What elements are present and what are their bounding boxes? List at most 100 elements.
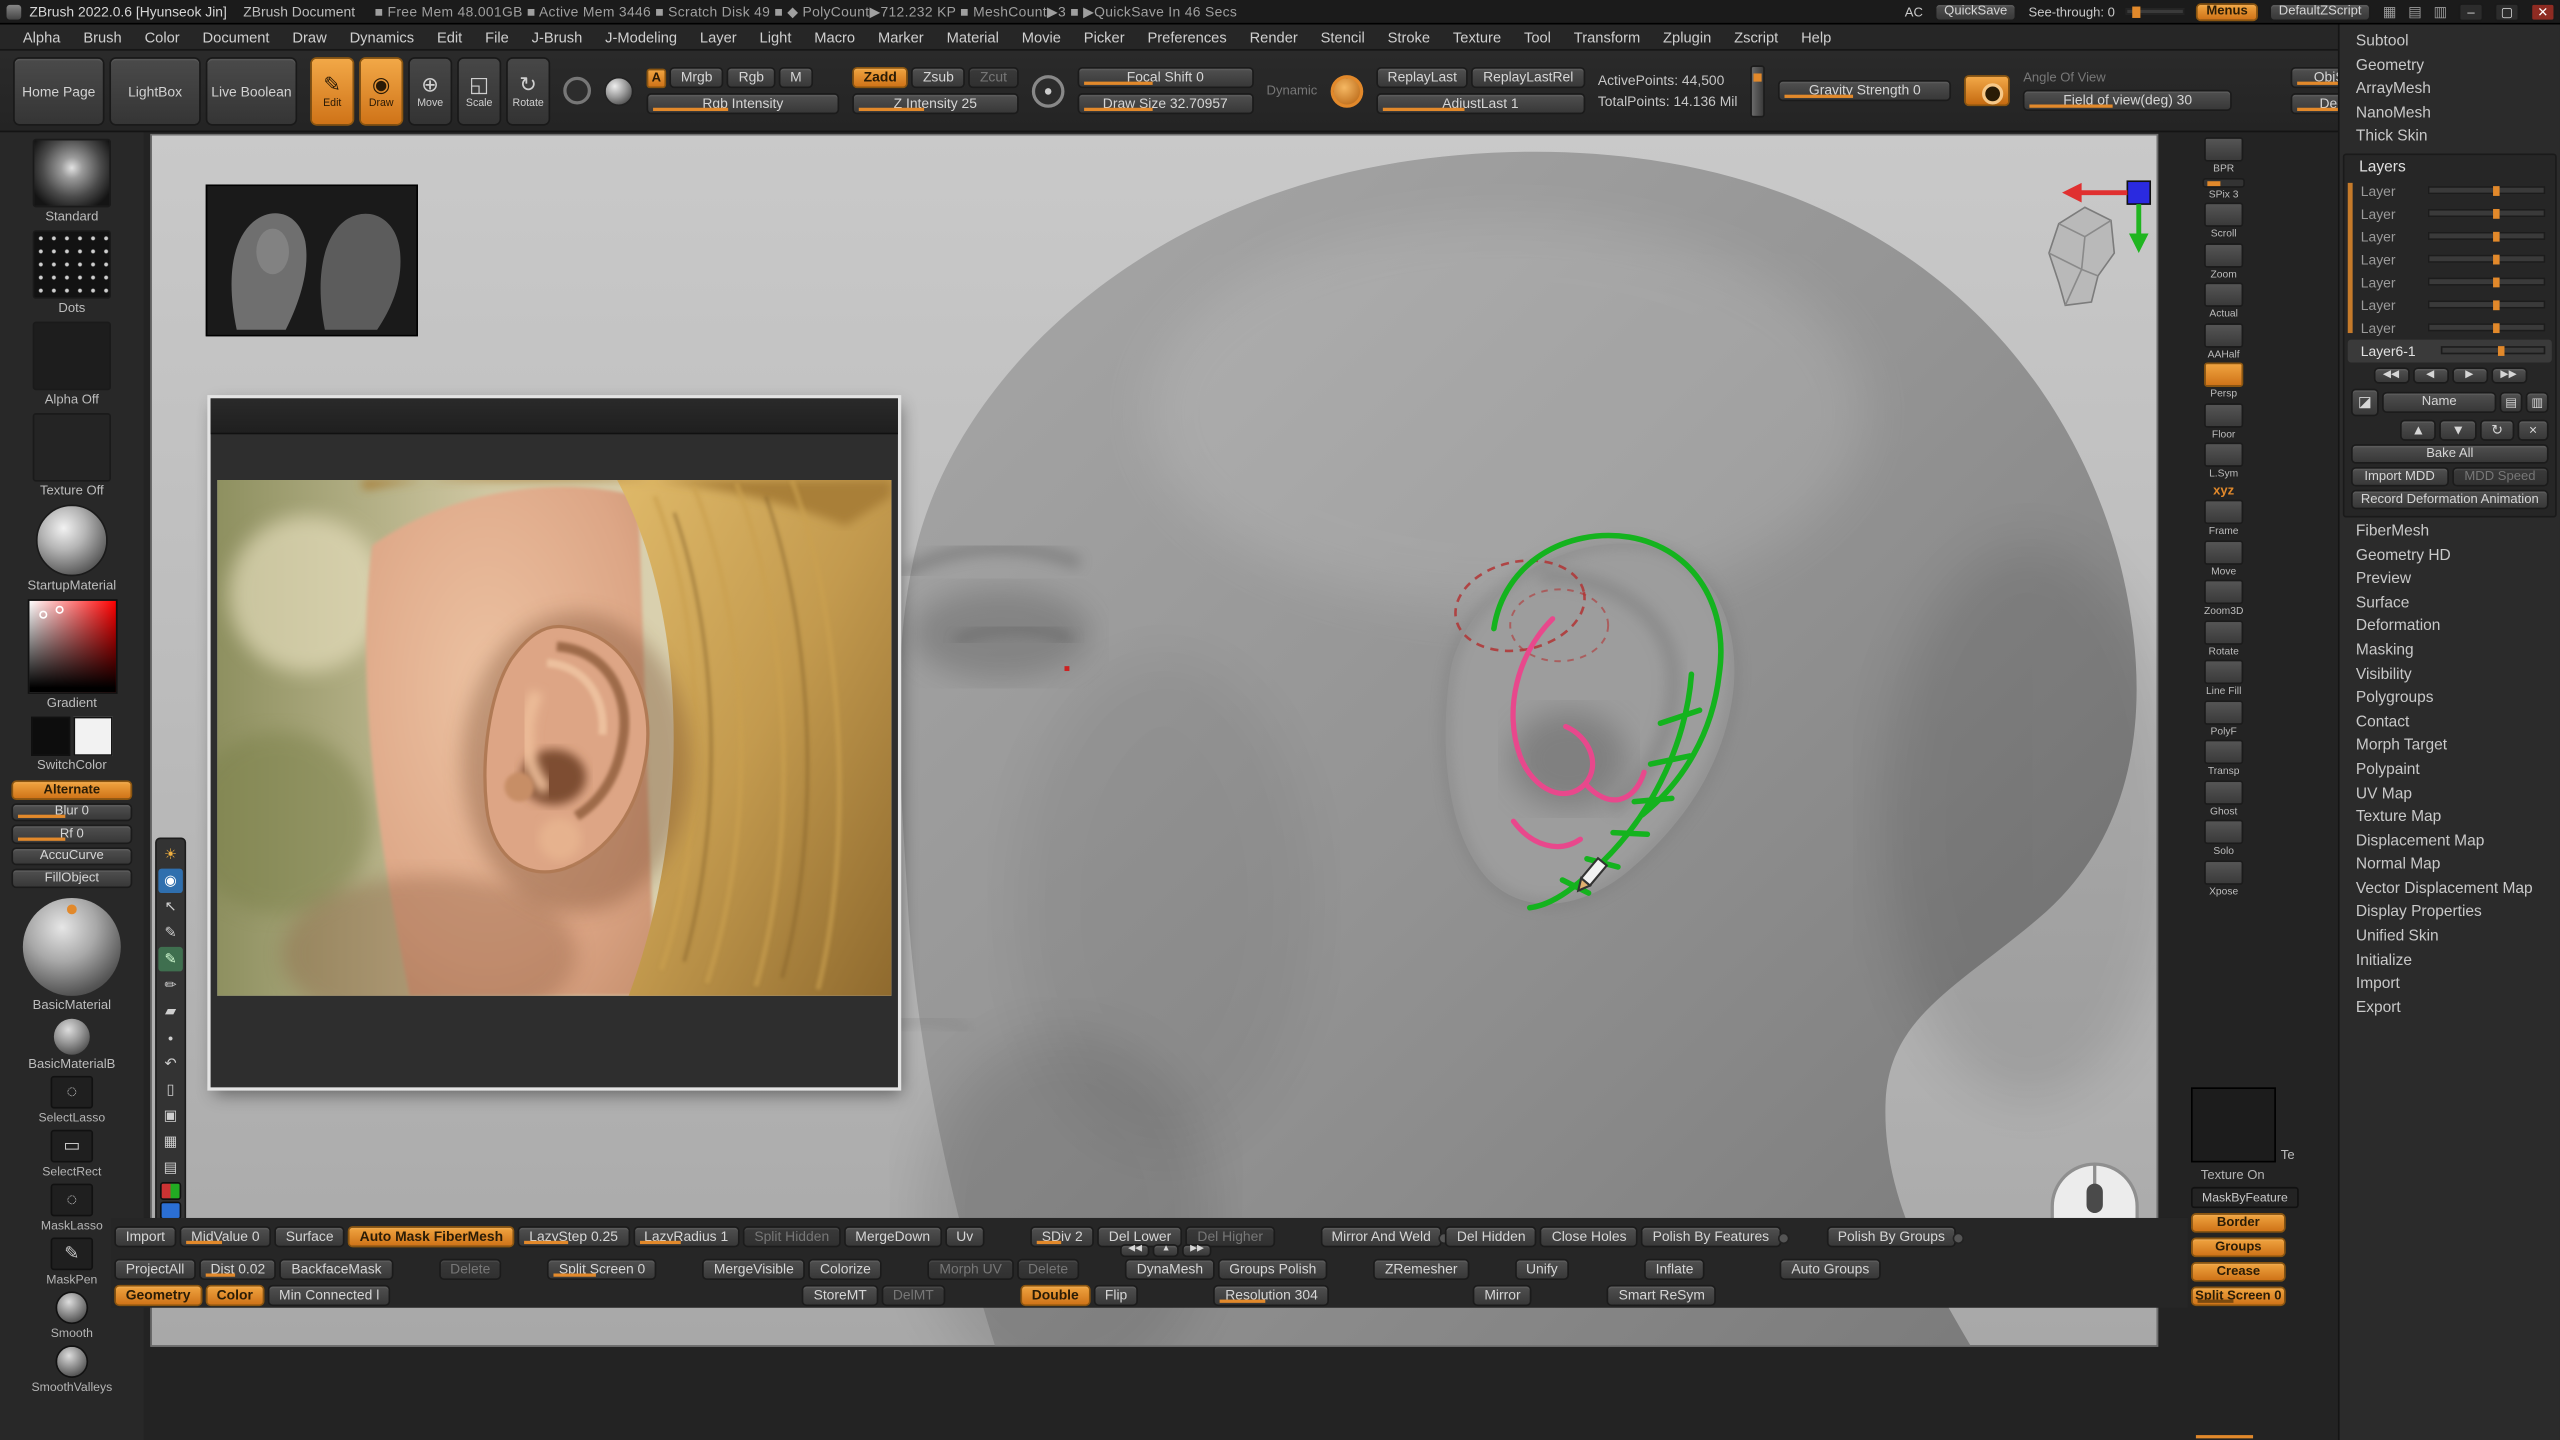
subpalette-item[interactable]: Masking <box>2340 640 2560 664</box>
view-control-button[interactable]: xyz <box>2198 482 2250 497</box>
current-material-sphere[interactable] <box>23 897 121 995</box>
subpalette-item[interactable]: FiberMesh <box>2340 521 2560 545</box>
quick-tool[interactable]: Smooth <box>51 1291 93 1340</box>
bottom-button[interactable]: Polish By Groups <box>1826 1225 1956 1246</box>
view-control-button[interactable]: Zoom3D <box>2198 580 2250 618</box>
strip-tool-icon[interactable]: ✎ <box>158 947 182 971</box>
transport-button[interactable]: ▶ <box>2451 367 2487 383</box>
quick-tool[interactable]: ✎ MaskPen <box>46 1237 97 1286</box>
subpalette-item[interactable]: Vector Displacement Map <box>2340 878 2560 902</box>
crease-button[interactable]: Border <box>2191 1213 2286 1233</box>
layer-intensity-slider[interactable] <box>2428 210 2546 218</box>
view-control-button[interactable]: Frame <box>2198 500 2250 538</box>
subpalette-item[interactable]: Subtool <box>2340 31 2560 55</box>
layer-row[interactable]: Layer <box>2348 248 2552 271</box>
adjust-last-slider[interactable]: AdjustLast 1 <box>1376 93 1585 114</box>
bottom-button[interactable]: StoreMT <box>802 1284 878 1305</box>
material-orb-icon[interactable] <box>604 76 633 105</box>
strip-tool-icon[interactable]: • <box>158 1025 182 1049</box>
subpalette-item[interactable]: Polypaint <box>2340 759 2560 783</box>
alpha-badge[interactable]: A <box>647 68 667 88</box>
nav-button[interactable]: LightBox <box>109 56 200 125</box>
subpalette-item[interactable]: Contact <box>2340 711 2560 735</box>
strip-tool-icon[interactable] <box>160 1202 181 1220</box>
bottom-button[interactable]: Dist 0.02 <box>199 1258 277 1279</box>
bottom-button[interactable]: Split Screen 0 <box>547 1258 656 1279</box>
view-control-button[interactable]: Solo <box>2198 820 2250 858</box>
tray-button[interactable]: Rf 0 <box>11 824 132 843</box>
tray-slot[interactable]: Standard <box>33 139 111 224</box>
layout-rows-icon[interactable]: ▤ <box>2408 2 2422 20</box>
menu-item[interactable]: Stencil <box>1311 25 1375 48</box>
subpalette-item[interactable]: Polygroups <box>2340 688 2560 712</box>
quick-tool[interactable]: ◌ SelectLasso <box>38 1075 105 1124</box>
mdd-speed-button[interactable]: MDD Speed <box>2451 467 2548 487</box>
bottom-button[interactable]: Uv <box>945 1225 985 1246</box>
menu-item[interactable]: Preferences <box>1138 25 1237 48</box>
bottom-button[interactable]: MergeVisible <box>702 1258 805 1279</box>
strip-tool-icon[interactable]: ↖ <box>158 895 182 919</box>
view-control-button[interactable]: Line Fill <box>2198 660 2250 698</box>
bottom-button[interactable]: LazyStep 0.25 <box>518 1225 630 1246</box>
import-mdd-button[interactable]: Import MDD <box>2351 467 2448 487</box>
view-control-button[interactable]: BPR <box>2198 137 2250 175</box>
points-gauge[interactable] <box>1751 64 1766 116</box>
view-control-button[interactable]: AAHalf <box>2198 322 2250 360</box>
layer-tiny-button[interactable]: ▥ <box>2526 392 2549 413</box>
menu-item[interactable]: Picker <box>1074 25 1134 48</box>
layer-row[interactable]: Layer <box>2348 294 2552 317</box>
layer-name-button[interactable]: Name <box>2382 392 2496 413</box>
view-control-button[interactable]: Persp <box>2198 362 2250 400</box>
crease-button[interactable]: Crease <box>2191 1262 2286 1282</box>
strip-tool-icon[interactable]: ✎ <box>158 921 182 945</box>
layer-intensity-slider[interactable] <box>2428 278 2546 286</box>
menu-item[interactable]: J-Modeling <box>595 25 686 48</box>
bottom-button[interactable]: MergeDown <box>844 1225 942 1246</box>
strip-tool-icon[interactable]: ▣ <box>158 1104 182 1128</box>
switch-color[interactable] <box>31 717 113 756</box>
bottom-button[interactable]: Delete <box>439 1258 502 1279</box>
menu-item[interactable]: Zplugin <box>1653 25 1721 48</box>
quicksave-button[interactable]: QuickSave <box>1934 2 2017 20</box>
subpalette-item[interactable]: ArrayMesh <box>2340 79 2560 103</box>
bottom-button[interactable]: SDiv 2 <box>1030 1225 1094 1246</box>
subpalette-item[interactable]: Deformation <box>2340 616 2560 640</box>
subpalette-item[interactable]: Thick Skin <box>2340 126 2560 150</box>
sdiv-nav-button[interactable]: ▲ <box>1153 1244 1178 1257</box>
bottom-button[interactable]: MidValue 0 <box>180 1225 271 1246</box>
bottom-button[interactable]: Surface <box>274 1225 345 1246</box>
menu-item[interactable]: Layer <box>690 25 746 48</box>
view-control-button[interactable]: Floor <box>2198 402 2250 440</box>
mask-by-feature-button[interactable]: MaskByFeature <box>2191 1187 2299 1208</box>
bottom-button[interactable]: Flip <box>1093 1284 1138 1305</box>
subpalette-item[interactable]: Export <box>2340 997 2560 1021</box>
subpalette-item[interactable]: Texture Map <box>2340 807 2560 831</box>
bottom-button[interactable]: ProjectAll <box>114 1258 195 1279</box>
layer-tiny-button-2[interactable]: ▼ <box>2440 420 2477 441</box>
tray-button[interactable]: AccuCurve <box>11 847 132 866</box>
bottom-button[interactable]: Auto Groups <box>1780 1258 1881 1279</box>
default-zscript-button[interactable]: DefaultZScript <box>2269 2 2371 20</box>
maximize-button[interactable]: ▢ <box>2495 2 2519 20</box>
quick-tool[interactable]: ▭ SelectRect <box>42 1129 101 1178</box>
menu-item[interactable]: Zscript <box>1724 25 1788 48</box>
color-picker[interactable] <box>27 599 117 694</box>
menu-item[interactable]: Help <box>1791 25 1841 48</box>
subpalette-item[interactable]: Import <box>2340 973 2560 997</box>
menu-item[interactable]: Movie <box>1012 25 1071 48</box>
bottom-button[interactable]: DynaMesh <box>1125 1258 1214 1279</box>
ring-tool-icon[interactable] <box>563 77 591 105</box>
bottom-button[interactable]: Delete <box>1017 1258 1080 1279</box>
menu-item[interactable]: Render <box>1240 25 1308 48</box>
layer-tiny-button-2[interactable]: ▲ <box>2400 420 2437 441</box>
menu-item[interactable]: Edit <box>427 25 472 48</box>
current-layer-slider[interactable] <box>2441 347 2545 355</box>
tray-slot[interactable]: StartupMaterial <box>28 504 117 592</box>
texture-thumbnail[interactable] <box>2191 1087 2276 1162</box>
layout-grid-icon[interactable]: ▦ <box>2383 2 2397 20</box>
menu-item[interactable]: Stroke <box>1378 25 1440 48</box>
bottom-button[interactable]: Geometry <box>114 1284 202 1305</box>
bake-all-button[interactable]: Bake All <box>2351 444 2549 464</box>
tray-button[interactable]: Blur 0 <box>11 802 132 821</box>
subpalette-item[interactable]: Geometry <box>2340 55 2560 79</box>
